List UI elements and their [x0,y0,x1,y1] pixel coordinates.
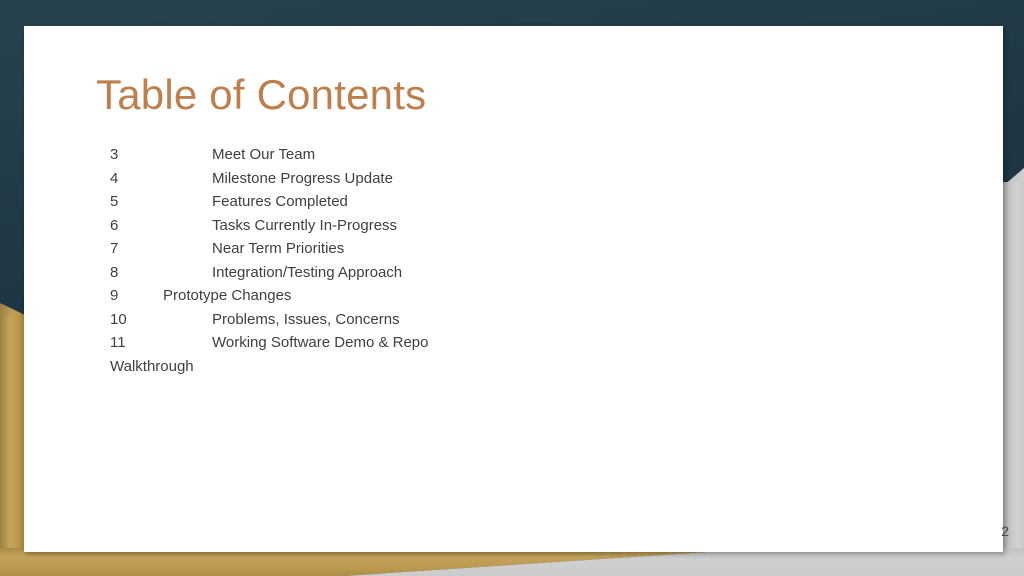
toc-entry-label: Near Term Priorities [212,240,345,257]
toc-page-number: 6 [110,216,119,234]
table-of-contents-list: 3 Meet Our Team 4 Milestone Progress Upd… [110,146,930,381]
toc-page-number: 3 [110,146,119,163]
toc-page-number: 10 [110,310,127,328]
toc-entry-label: Features Completed [212,193,348,210]
toc-entry-wrapped-continuation: Walkthrough [110,357,194,375]
toc-entry-label: Milestone Progress Update [212,169,393,187]
toc-page-number: 9 [110,287,119,304]
toc-page-number: 7 [110,240,119,257]
toc-page-number: 5 [110,193,119,210]
list-item: 4 Milestone Progress Update [110,170,930,194]
slide-content-card: Table of Contents 3 Meet Our Team 4 Mile… [24,26,1009,552]
list-item: 10 Problems, Issues, Concerns [110,311,930,335]
list-item: 8 Integration/Testing Approach [110,264,930,288]
toc-page-number: 11 [110,334,126,351]
list-item: 6 Tasks Currently In-Progress [110,217,930,241]
toc-entry-label: Working Software Demo & Repo [212,334,429,351]
slide-page-number: 2 [1001,523,1009,539]
list-item: 7 Near Term Priorities [110,240,930,264]
toc-page-number: 8 [110,263,119,281]
toc-entry-label: Meet Our Team [212,146,316,163]
toc-entry-label: Problems, Issues, Concerns [212,310,400,328]
left-rail-gold-band [0,315,24,576]
toc-entry-label: Prototype Changes [163,287,292,304]
right-rail-gray-band [1003,182,1024,576]
presentation-slide: Table of Contents 3 Meet Our Team 4 Mile… [0,0,1024,576]
list-item: 5 Features Completed [110,193,930,217]
toc-page-number: 4 [110,169,119,187]
toc-entry-label: Tasks Currently In-Progress [212,216,398,234]
page-title: Table of Contents [96,71,427,118]
list-item: 11 Working Software Demo & Repo [110,334,930,358]
list-item: 3 Meet Our Team [110,146,930,170]
toc-entry-label: Integration/Testing Approach [212,263,403,281]
list-item: 9 Prototype Changes [110,287,930,311]
